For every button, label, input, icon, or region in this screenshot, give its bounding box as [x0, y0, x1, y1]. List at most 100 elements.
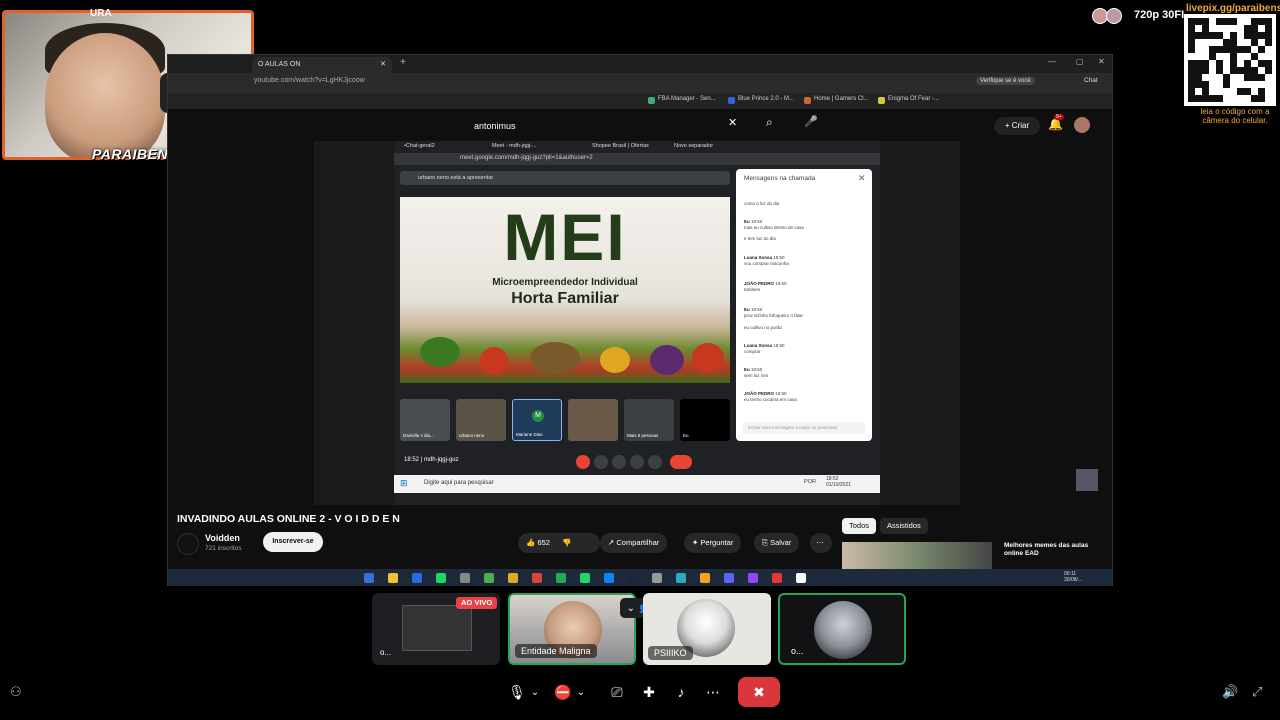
thumbs-down-icon[interactable]: 👎 — [562, 538, 571, 547]
qr-module — [1258, 46, 1265, 53]
save-button[interactable]: ⎘ Salvar — [754, 533, 800, 553]
slide-title: MEI — [503, 200, 627, 274]
steam-icon[interactable] — [628, 573, 638, 583]
microphone-icon[interactable]: 🎤 — [804, 115, 818, 128]
bookmark-item[interactable]: Enigma Of Fear -... — [888, 96, 939, 102]
qr-module — [1188, 74, 1195, 81]
create-button[interactable]: + Criar — [994, 117, 1040, 135]
taskbar-app-icon[interactable] — [796, 573, 806, 583]
subscribe-button[interactable]: Inscrever-se — [263, 532, 323, 552]
close-window-icon[interactable]: ✕ — [1098, 57, 1105, 66]
qr-module — [1195, 18, 1202, 25]
volume-icon[interactable]: 🔊 — [1222, 684, 1238, 700]
chevron-down-icon[interactable]: ⌄ — [528, 677, 542, 707]
more-icon[interactable]: ⋯ — [698, 677, 728, 707]
screen-share-icon[interactable]: ⎚ — [602, 677, 632, 707]
chat-message: e tem luz do dia — [744, 236, 776, 241]
participant-tile-bot[interactable]: o... — [778, 593, 906, 665]
activities-icon[interactable]: ✚ — [634, 677, 664, 707]
camera-icon — [594, 455, 608, 469]
bookmark-item[interactable]: FBA Manager - Sen... — [658, 96, 716, 102]
qr-module — [1230, 81, 1237, 88]
chevron-down-icon[interactable]: ⌄ — [627, 603, 635, 614]
new-tab-icon[interactable]: + — [400, 57, 406, 68]
taskbar-app-icon[interactable] — [604, 573, 614, 583]
taskbar-app-icon[interactable] — [484, 573, 494, 583]
qr-module — [1202, 60, 1209, 67]
chat-label[interactable]: Chat — [1084, 77, 1098, 84]
share-button[interactable]: ↗ Compartilhar — [600, 533, 668, 553]
qr-module — [1244, 88, 1251, 95]
taskbar-app-icon[interactable] — [676, 573, 686, 583]
more-options-button[interactable]: ⋯ — [810, 533, 832, 553]
qr-module — [1216, 46, 1223, 53]
qr-module — [1237, 88, 1244, 95]
mini-thumbnail[interactable] — [1076, 469, 1098, 491]
webcam-top-label: URA — [90, 8, 112, 19]
qr-module — [1195, 32, 1202, 39]
taskbar-app-icon[interactable] — [364, 573, 374, 583]
meet-participant-tile: Mais 6 pessoas — [624, 399, 674, 441]
youtube-video-player[interactable]: •Chat-geral2 Meet - mdh-jqgj-... Shopee … — [314, 141, 960, 505]
qr-module — [1209, 32, 1216, 39]
qr-module — [1265, 53, 1272, 60]
bookmark-item[interactable]: Blue Prince 2.0 - M... — [738, 96, 794, 102]
channel-avatar[interactable] — [177, 533, 199, 555]
like-button[interactable]: 👍 652 👎 — [518, 533, 600, 553]
channel-name[interactable]: Voidden — [205, 533, 240, 543]
fullscreen-icon[interactable]: ⤢ — [1252, 684, 1262, 700]
taskbar-app-icon[interactable] — [652, 573, 662, 583]
account-avatar[interactable] — [1074, 117, 1090, 133]
discord-icon[interactable] — [724, 573, 734, 583]
chip-watched[interactable]: Assistidos — [880, 518, 928, 534]
taskbar-app-icon[interactable] — [460, 573, 470, 583]
recommended-video-thumbnail[interactable] — [842, 542, 992, 570]
search-icon[interactable]: ⌕ — [766, 115, 773, 130]
ask-button[interactable]: ✦ Perguntar — [684, 533, 742, 553]
bookmark-icon — [728, 97, 735, 104]
taskbar-app-icon[interactable] — [508, 573, 518, 583]
more-icon — [648, 455, 662, 469]
taskbar-app-icon[interactable] — [700, 573, 710, 583]
taskbar-app-icon[interactable] — [772, 573, 782, 583]
qr-module — [1216, 74, 1223, 81]
qr-module — [1237, 53, 1244, 60]
taskbar-app-icon[interactable] — [412, 573, 422, 583]
qr-module — [1258, 81, 1265, 88]
qr-module — [1223, 39, 1230, 46]
chat-message: como a luz do dia — [744, 201, 780, 206]
bookmark-item[interactable]: Home | Gamers Cl... — [814, 96, 869, 102]
address-bar[interactable]: youtube.com/watch?v=LgHKJjcoow Verifique… — [168, 73, 1112, 93]
qr-module — [1202, 95, 1209, 102]
soundboard-icon[interactable]: ♪ — [666, 677, 696, 707]
taskbar-app-icon[interactable] — [556, 573, 566, 583]
close-icon[interactable]: ✕ — [380, 60, 386, 68]
minimize-icon[interactable]: — — [1048, 57, 1056, 66]
leave-call-button[interactable]: ✖ — [738, 677, 780, 707]
qr-module — [1258, 25, 1265, 32]
clear-search-icon[interactable]: ✕ — [728, 116, 737, 129]
qr-module — [1237, 67, 1244, 74]
maximize-icon[interactable]: ▢ — [1076, 57, 1084, 66]
qr-module — [1223, 32, 1230, 39]
participant-tile-psiiiko[interactable]: PSIIIKO — [643, 593, 771, 665]
verify-label[interactable]: Verifique se é você — [976, 77, 1035, 85]
folder-icon[interactable] — [388, 573, 398, 583]
spotify-icon[interactable] — [436, 573, 446, 583]
qr-module — [1195, 60, 1202, 67]
browser-tab-youtube[interactable]: O AULAS ON ✕ — [252, 57, 392, 73]
youtube-search-input[interactable]: antonimus — [468, 117, 758, 135]
qr-module — [1251, 81, 1258, 88]
qr-module — [1237, 18, 1244, 25]
chip-all[interactable]: Todos — [842, 518, 877, 534]
participant-tile-entidade-maligna[interactable]: Entidade Maligna — [508, 593, 636, 665]
windows-icon: ⊞ — [400, 478, 408, 488]
whatsapp-icon[interactable] — [580, 573, 590, 583]
recommended-video-title[interactable]: Melhores memes das aulas online EAD — [1004, 542, 1104, 559]
chevron-down-icon[interactable]: ⌄ — [574, 677, 588, 707]
taskbar-app-icon[interactable] — [748, 573, 758, 583]
qr-module — [1244, 25, 1251, 32]
qr-module — [1258, 88, 1265, 95]
chrome-icon[interactable] — [532, 573, 542, 583]
bookmark-icon: ⎘ — [762, 538, 771, 547]
